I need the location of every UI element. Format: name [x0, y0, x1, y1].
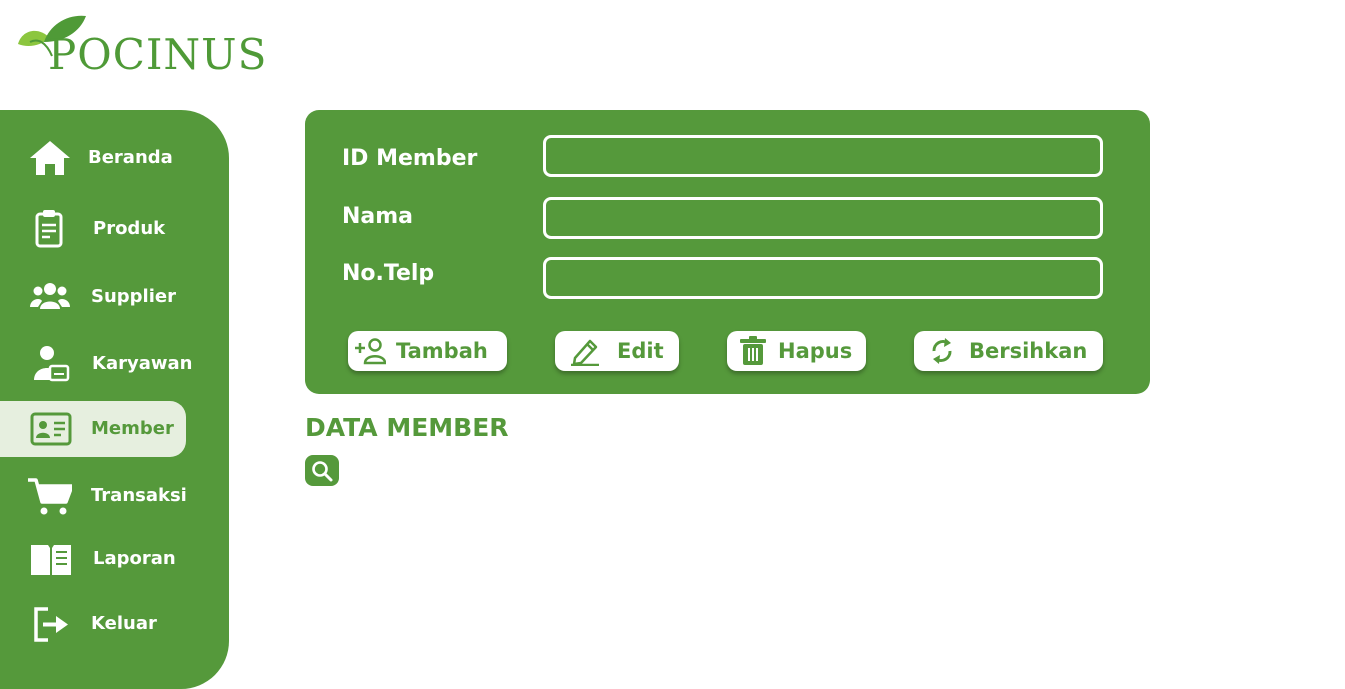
trash-icon	[740, 336, 766, 365]
sidebar-item-transaksi[interactable]: Transaksi	[0, 468, 187, 524]
sidebar-item-label: Keluar	[91, 613, 157, 634]
sidebar-item-label: Supplier	[91, 286, 176, 307]
cart-icon	[28, 478, 72, 515]
id-member-label: ID Member	[342, 146, 478, 171]
id-member-input[interactable]	[543, 135, 1103, 177]
sidebar: Beranda Produk Supplier Karyawan Member …	[0, 110, 229, 689]
nama-label: Nama	[342, 204, 414, 229]
search-icon	[312, 461, 333, 482]
sidebar-item-laporan[interactable]: Laporan	[0, 531, 186, 587]
add-button-label: Tambah	[396, 339, 488, 363]
delete-button[interactable]: Hapus	[727, 331, 866, 371]
refresh-icon	[932, 338, 952, 364]
users-icon	[30, 283, 70, 309]
logout-icon	[34, 607, 68, 642]
app-logo: POCINUS	[10, 12, 266, 84]
book-icon	[31, 545, 71, 575]
sidebar-item-member[interactable]: Member	[0, 401, 186, 457]
sidebar-item-produk[interactable]: Produk	[0, 201, 186, 257]
employee-icon	[34, 346, 70, 382]
no-telp-input[interactable]	[543, 257, 1103, 299]
pencil-icon	[571, 339, 599, 366]
sidebar-item-label: Produk	[93, 218, 166, 239]
no-telp-label: No.Telp	[342, 261, 435, 286]
sidebar-item-label: Beranda	[88, 147, 173, 168]
member-form-panel: ID Member Nama No.Telp Tambah Edit Hapus…	[305, 110, 1150, 394]
add-button[interactable]: Tambah	[348, 331, 507, 371]
sidebar-item-label: Laporan	[93, 548, 176, 569]
clear-button-label: Bersihkan	[969, 339, 1088, 363]
sidebar-item-label: Karyawan	[92, 353, 193, 374]
data-member-title: DATA MEMBER	[305, 413, 509, 442]
sidebar-item-beranda[interactable]: Beranda	[0, 130, 186, 186]
nama-input[interactable]	[543, 197, 1103, 239]
logo-text: POCINUS	[48, 30, 268, 79]
sidebar-item-keluar[interactable]: Keluar	[0, 596, 186, 652]
sidebar-item-supplier[interactable]: Supplier	[0, 269, 186, 325]
add-user-icon	[355, 338, 386, 365]
sidebar-item-karyawan[interactable]: Karyawan	[0, 336, 192, 392]
home-icon	[30, 141, 70, 175]
clipboard-icon	[35, 210, 63, 248]
sidebar-item-label: Transaksi	[91, 485, 187, 506]
search-button[interactable]	[305, 455, 339, 486]
id-card-icon	[30, 412, 72, 446]
sidebar-item-label: Member	[91, 418, 174, 439]
clear-button[interactable]: Bersihkan	[914, 331, 1103, 371]
edit-button-label: Edit	[617, 339, 664, 363]
delete-button-label: Hapus	[778, 339, 853, 363]
edit-button[interactable]: Edit	[555, 331, 679, 371]
